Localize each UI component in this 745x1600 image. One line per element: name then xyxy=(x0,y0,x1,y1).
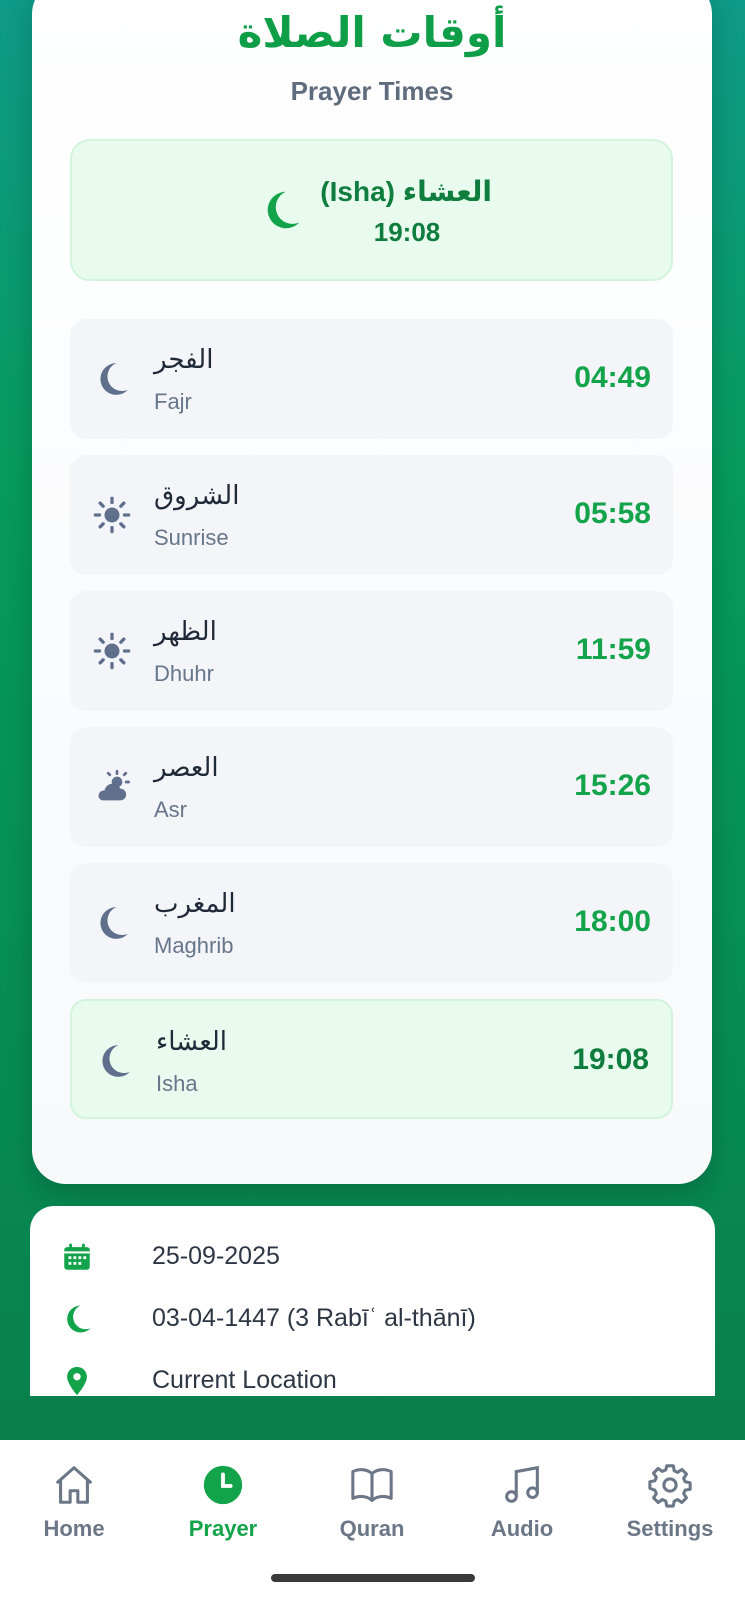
music-note-icon xyxy=(505,1465,539,1503)
tab-label: Prayer xyxy=(188,1516,258,1541)
location-text: Current Location xyxy=(152,1366,337,1394)
clock-icon xyxy=(203,1465,243,1505)
prayer-name: Asr xyxy=(154,797,187,822)
prayer-name: Sunrise xyxy=(154,525,229,550)
home-indicator[interactable] xyxy=(271,1574,475,1582)
page-title: Prayer Times xyxy=(290,76,454,106)
prayer-time: 19:08 xyxy=(572,1043,649,1076)
moon-icon xyxy=(100,907,128,939)
prayer-name: Maghrib xyxy=(154,933,234,958)
prayer-name-arabic: المغرب xyxy=(154,889,236,919)
sun-icon xyxy=(93,632,131,670)
prayer-name-arabic: العشاء xyxy=(156,1027,228,1057)
prayer-name-arabic: الشروق xyxy=(154,481,240,511)
prayer-row-fajr[interactable]: الفجر Fajr 04:49 xyxy=(70,319,673,439)
moon-icon xyxy=(102,1045,130,1077)
prayer-list: الفجر Fajr 04:49 الشروق Sunrise 05:58 ال… xyxy=(70,319,673,1135)
next-prayer-name: العشاء (Isha) xyxy=(320,176,492,207)
prayer-row-sunrise[interactable]: الشروق Sunrise 05:58 xyxy=(70,455,673,575)
tab-home[interactable]: Home xyxy=(4,1462,144,1562)
home-icon xyxy=(55,1466,93,1504)
date-location-panel: 25-09-2025 03-04-1447 (3 Rabīʿ al-thānī)… xyxy=(30,1206,715,1396)
hijri-date-line: 03-04-1447 (3 Rabīʿ al-thānī) xyxy=(60,1298,700,1338)
gear-icon xyxy=(648,1464,692,1508)
location-pin-icon xyxy=(67,1366,87,1396)
page-title-arabic: أوقات الصلاة xyxy=(237,8,507,57)
hijri-date: 03-04-1447 (3 Rabīʿ al-thānī) xyxy=(152,1304,476,1332)
prayer-time: 15:26 xyxy=(574,769,651,802)
moon-icon xyxy=(67,1305,91,1333)
next-prayer-time: 19:08 xyxy=(373,217,441,247)
prayer-row-asr[interactable]: العصر Asr 15:26 xyxy=(70,727,673,847)
tab-label: Quran xyxy=(339,1516,405,1541)
prayer-name-arabic: الفجر xyxy=(154,345,214,375)
prayer-row-dhuhr[interactable]: الظهر Dhuhr 11:59 xyxy=(70,591,673,711)
prayer-name: Dhuhr xyxy=(154,661,214,686)
tab-quran[interactable]: Quran xyxy=(302,1462,442,1562)
next-prayer-banner: العشاء (Isha) 19:08 xyxy=(70,139,673,281)
moon-icon xyxy=(267,191,300,229)
book-icon xyxy=(351,1468,393,1502)
prayer-name-arabic: الظهر xyxy=(154,617,217,647)
prayer-time: 11:59 xyxy=(575,633,651,666)
moon-icon xyxy=(100,363,128,395)
tab-label: Audio xyxy=(490,1516,554,1541)
prayer-name-arabic: العصر xyxy=(154,753,219,783)
location-line[interactable]: Current Location xyxy=(60,1360,700,1400)
prayer-time: 05:58 xyxy=(574,497,651,530)
prayer-name: Fajr xyxy=(154,389,192,414)
prayer-time: 18:00 xyxy=(574,905,651,938)
gregorian-date: 25-09-2025 xyxy=(152,1242,280,1270)
gregorian-date-line: 25-09-2025 xyxy=(60,1236,700,1276)
prayer-row-maghrib[interactable]: المغرب Maghrib 18:00 xyxy=(70,863,673,983)
tab-audio[interactable]: Audio xyxy=(452,1462,592,1562)
calendar-icon xyxy=(64,1243,90,1270)
tab-settings[interactable]: Settings xyxy=(600,1462,740,1562)
tab-label: Home xyxy=(43,1516,105,1541)
tab-prayer[interactable]: Prayer xyxy=(153,1462,293,1562)
tab-label: Settings xyxy=(626,1516,714,1541)
sun-icon xyxy=(93,496,131,534)
cloud-sun-icon xyxy=(98,769,131,801)
prayer-times-card: أوقات الصلاة Prayer Times العشاء (Isha) … xyxy=(32,0,712,1184)
prayer-name: Isha xyxy=(156,1071,198,1096)
prayer-row-isha[interactable]: العشاء Isha 19:08 xyxy=(70,999,673,1119)
prayer-time: 04:49 xyxy=(574,361,651,394)
